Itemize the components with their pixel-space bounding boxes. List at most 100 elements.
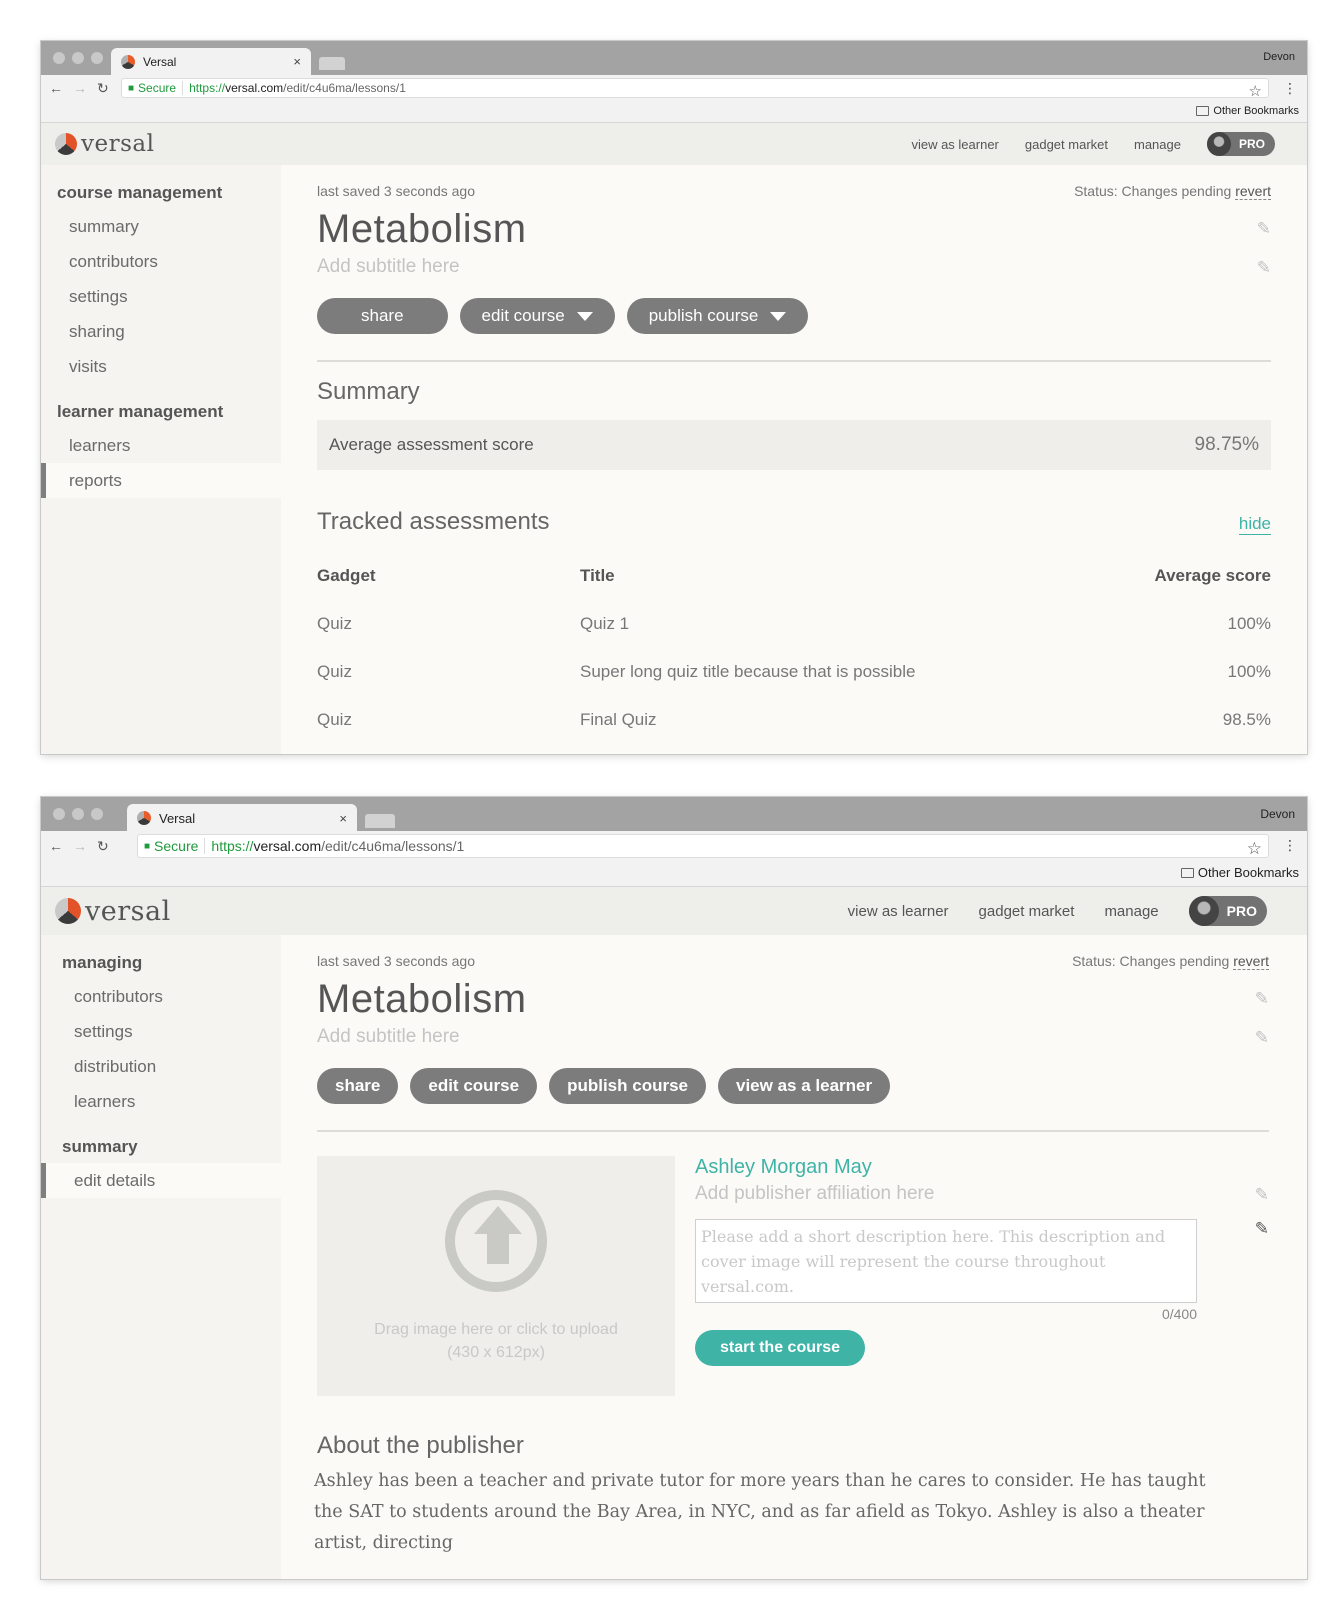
cell-score: 100% <box>1227 614 1271 633</box>
browser-window-reports: Versal × Devon ← → ↻ ■ Secure https://vers… <box>41 41 1307 754</box>
forward-icon[interactable]: → <box>73 80 87 97</box>
bookmark-star-icon[interactable]: ☆ <box>1247 839 1262 859</box>
tab-bar: Versal × Devon <box>41 797 1307 832</box>
nav-view-as-learner[interactable]: view as learner <box>911 137 998 152</box>
sidebar-item-settings[interactable]: settings <box>41 1014 281 1049</box>
nav-manage[interactable]: manage <box>1134 137 1181 152</box>
back-icon[interactable]: ← <box>49 838 63 855</box>
course-title[interactable]: Metabolism <box>317 207 1271 252</box>
nav-gadget-market[interactable]: gadget market <box>1025 137 1108 152</box>
menu-icon[interactable]: ⋮ <box>1283 837 1297 854</box>
table-row[interactable]: Quiz Final Quiz 98.5% <box>317 696 1271 744</box>
minimize-light[interactable] <box>72 808 84 820</box>
reload-icon[interactable]: ↻ <box>97 80 109 97</box>
lock-icon: ■ <box>128 82 135 94</box>
browser-window-edit-details: Versal × Devon ← → ↻ ■ Secure https://vers… <box>41 797 1307 1579</box>
edit-title-pencil-icon[interactable]: ✎ <box>1255 989 1269 1009</box>
sidebar-item-edit-details[interactable]: edit details <box>41 1163 281 1198</box>
edit-subtitle-pencil-icon[interactable]: ✎ <box>1255 1028 1269 1048</box>
account-badge[interactable]: PRO <box>1206 132 1275 156</box>
sidebar-item-settings[interactable]: settings <box>41 279 281 314</box>
browser-tab[interactable]: Versal × <box>127 804 357 832</box>
nav-view-as-learner[interactable]: view as learner <box>848 903 949 920</box>
menu-icon[interactable]: ⋮ <box>1283 80 1297 97</box>
profile-name[interactable]: Devon <box>1260 807 1295 821</box>
table-row[interactable]: Quiz Super long quiz title because that … <box>317 648 1271 696</box>
sidebar-item-visits[interactable]: visits <box>41 349 281 384</box>
nav-gadget-market[interactable]: gadget market <box>979 903 1075 920</box>
tracked-assessments-heading: Tracked assessments <box>317 508 550 535</box>
caret-down-icon <box>576 311 593 321</box>
edit-affiliation-pencil-icon[interactable]: ✎ <box>1255 1185 1269 1205</box>
bookmark-star-icon[interactable]: ☆ <box>1249 82 1262 100</box>
close-light[interactable] <box>53 808 65 820</box>
cell-score: 100% <box>1227 662 1271 681</box>
upload-instructions: Drag image here or click to upload <box>374 1321 618 1338</box>
publisher-name[interactable]: Ashley Morgan May <box>695 1156 1269 1179</box>
versal-logo[interactable]: versal <box>55 131 154 157</box>
other-bookmarks[interactable]: Other Bookmarks <box>1196 105 1299 117</box>
sidebar-item-learners[interactable]: learners <box>41 1084 281 1119</box>
hide-link[interactable]: hide <box>1238 514 1271 535</box>
new-tab-button[interactable] <box>365 814 395 828</box>
profile-name[interactable]: Devon <box>1263 51 1295 63</box>
course-title[interactable]: Metabolism <box>317 977 1269 1022</box>
status: Status: Changes pending revert <box>1072 953 1269 970</box>
reload-icon[interactable]: ↻ <box>97 838 109 855</box>
minimize-light[interactable] <box>72 52 84 64</box>
edit-description-pencil-icon[interactable]: ✎ <box>1255 1219 1269 1239</box>
url-host: versal.com <box>253 838 322 854</box>
publish-course-button[interactable]: publish course <box>549 1068 706 1104</box>
table-row[interactable]: Quiz Quiz 1 100% <box>317 600 1271 648</box>
avatar <box>1188 896 1219 926</box>
revert-link[interactable]: revert <box>1235 183 1271 200</box>
description-textarea[interactable]: Please add a short description here. Thi… <box>695 1219 1197 1303</box>
edit-title-pencil-icon[interactable]: ✎ <box>1257 219 1271 239</box>
url-input[interactable]: ■ Secure https://versal.com/edit/c4u6ma/… <box>137 834 1269 858</box>
sidebar-item-contributors[interactable]: contributors <box>41 244 281 279</box>
start-course-button[interactable]: start the course <box>695 1330 865 1366</box>
revert-link[interactable]: revert <box>1233 953 1269 970</box>
share-button[interactable]: share <box>317 1068 399 1104</box>
cover-image-upload[interactable]: Drag image here or click to upload (430 … <box>317 1156 675 1396</box>
window-controls <box>53 52 103 64</box>
about-publisher-text: Ashley has been a teacher and private tu… <box>314 1471 1206 1553</box>
sidebar-item-reports[interactable]: reports <box>41 463 281 498</box>
versal-logo[interactable]: versal <box>55 896 171 927</box>
sidebar-item-sharing[interactable]: sharing <box>41 314 281 349</box>
other-bookmarks[interactable]: Other Bookmarks <box>1180 865 1299 880</box>
sidebar-item-learners[interactable]: learners <box>41 428 281 463</box>
view-as-learner-label: view as a learner <box>736 1076 873 1095</box>
sidebar-item-contributors[interactable]: contributors <box>41 979 281 1014</box>
url-scheme: https:// <box>189 81 226 95</box>
tab-close-icon[interactable]: × <box>293 54 301 69</box>
url-input[interactable]: ■ Secure https://versal.com/edit/c4u6ma/… <box>121 78 1269 100</box>
new-tab-button[interactable] <box>319 57 345 70</box>
nav-manage[interactable]: manage <box>1104 903 1158 920</box>
publish-course-button[interactable]: publish course <box>626 298 809 334</box>
edit-course-label: edit course <box>428 1076 520 1095</box>
sidebar-item-summary[interactable]: summary <box>41 209 281 244</box>
course-subtitle[interactable]: Add subtitle here <box>317 256 1271 278</box>
share-button[interactable]: share <box>317 298 448 334</box>
account-badge[interactable]: PRO <box>1188 896 1267 926</box>
edit-subtitle-pencil-icon[interactable]: ✎ <box>1257 258 1271 278</box>
view-as-learner-button[interactable]: view as a learner <box>718 1068 891 1104</box>
browser-tab[interactable]: Versal × <box>111 48 311 75</box>
forward-icon[interactable]: → <box>73 838 87 855</box>
pro-label: PRO <box>1238 137 1265 151</box>
sidebar-section-summary: summary <box>62 1137 138 1156</box>
publisher-affiliation[interactable]: Add publisher affiliation here <box>695 1183 1269 1205</box>
close-light[interactable] <box>53 52 65 64</box>
app-header: versal view as learner gadget market man… <box>41 887 1307 935</box>
cell-score: 98.5% <box>1222 710 1271 729</box>
zoom-light[interactable] <box>91 52 103 64</box>
back-icon[interactable]: ← <box>49 80 63 97</box>
edit-course-button[interactable]: edit course <box>459 298 615 334</box>
caret-down-icon <box>770 311 787 321</box>
sidebar-item-distribution[interactable]: distribution <box>41 1049 281 1084</box>
course-subtitle[interactable]: Add subtitle here <box>317 1026 1269 1048</box>
tab-close-icon[interactable]: × <box>339 811 347 826</box>
edit-course-button[interactable]: edit course <box>410 1068 538 1104</box>
zoom-light[interactable] <box>91 808 103 820</box>
